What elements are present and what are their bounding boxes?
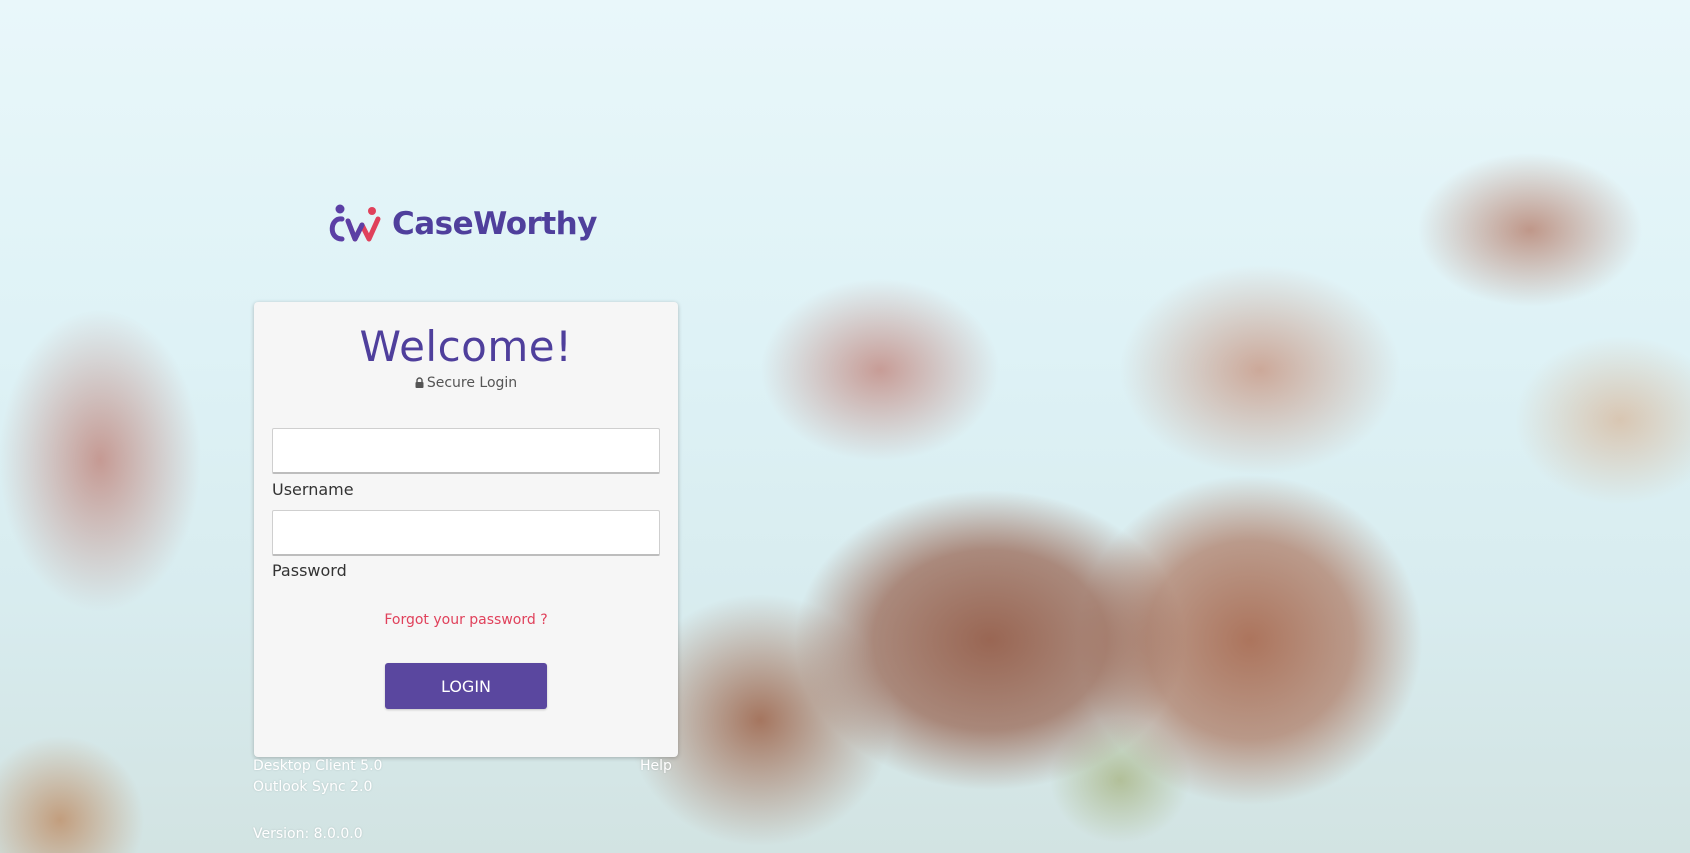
caseworthy-logo-icon <box>329 204 381 242</box>
outlook-sync-link[interactable]: Outlook Sync 2.0 <box>253 779 372 795</box>
lock-icon <box>415 377 424 388</box>
password-label: Password <box>272 561 347 580</box>
brand-name: CaseWorthy <box>392 206 597 242</box>
forgot-password-link[interactable]: Forgot your password ? <box>254 612 678 628</box>
secure-login-text: Secure Login <box>426 375 518 391</box>
login-card: Welcome! Secure Login Username Password … <box>254 302 678 757</box>
desktop-client-link[interactable]: Desktop Client 5.0 <box>253 758 382 774</box>
caseworthy-logo: CaseWorthy <box>326 198 597 250</box>
login-page: CaseWorthy Welcome! Secure Login Usernam… <box>0 0 1690 853</box>
welcome-title: Welcome! <box>359 322 573 371</box>
username-input[interactable] <box>272 428 660 474</box>
password-input[interactable] <box>272 510 660 556</box>
username-label: Username <box>272 480 354 499</box>
version-text: Version: 8.0.0.0 <box>253 826 363 842</box>
help-link[interactable]: Help <box>640 758 672 774</box>
login-button[interactable]: LOGIN <box>385 663 547 709</box>
secure-login-caption: Secure Login <box>254 375 678 391</box>
